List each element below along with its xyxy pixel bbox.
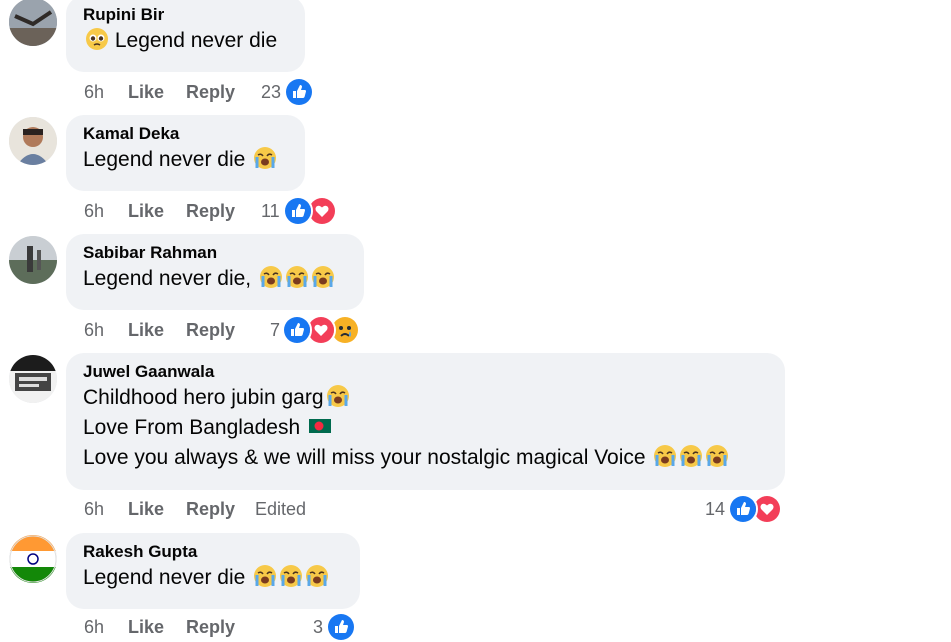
comment-line: Love From Bangladesh <box>83 416 301 439</box>
comment-text: Legend never die, <box>83 264 347 294</box>
reaction-count[interactable]: 11 <box>261 201 280 222</box>
like-icon <box>282 315 312 345</box>
crying-emoji-icon <box>253 564 277 588</box>
like-button[interactable]: Like <box>128 82 164 103</box>
comment-author[interactable]: Sabibar Rahman <box>83 241 347 264</box>
crying-emoji-icon <box>285 265 309 289</box>
comment-line: Legend never die <box>114 29 278 52</box>
comment-author[interactable]: Juwel Gaanwala <box>83 360 768 383</box>
comment-time[interactable]: 6h <box>84 499 104 520</box>
comment-line: Legend never die, <box>83 267 252 290</box>
avatar[interactable] <box>9 236 57 284</box>
comment-bubble: Sabibar Rahman Legend never die, <box>66 234 364 310</box>
comment-time[interactable]: 6h <box>84 201 104 222</box>
comment-text: Love From Bangladesh <box>83 413 768 443</box>
crying-emoji-icon <box>653 444 677 468</box>
avatar[interactable] <box>9 0 57 46</box>
crying-emoji-icon <box>326 384 350 408</box>
reaction-count[interactable]: 3 <box>313 617 323 638</box>
like-icon <box>284 77 314 107</box>
like-icon <box>326 612 356 642</box>
comment-text: Legend never die <box>83 26 288 56</box>
crying-emoji-icon <box>311 265 335 289</box>
comment-bubble: Rakesh Gupta Legend never die <box>66 533 360 609</box>
reply-button[interactable]: Reply <box>186 499 235 520</box>
comment-text: Childhood hero jubin garg <box>83 383 768 413</box>
like-button[interactable]: Like <box>128 617 164 638</box>
reaction-count[interactable]: 14 <box>705 499 725 520</box>
reaction-count[interactable]: 7 <box>270 320 280 341</box>
reaction-count[interactable]: 23 <box>261 82 281 103</box>
comment-line: Love you always & we will miss your nost… <box>83 446 646 469</box>
comment-line: Childhood hero jubin garg <box>83 386 324 409</box>
comment-line: Legend never die <box>83 566 246 589</box>
comment-text: Love you always & we will miss your nost… <box>83 443 768 473</box>
crying-emoji-icon <box>253 146 277 170</box>
edited-label[interactable]: Edited <box>255 499 306 520</box>
comment-text: Legend never die <box>83 145 288 175</box>
reply-button[interactable]: Reply <box>186 82 235 103</box>
avatar[interactable] <box>9 355 57 403</box>
like-icon <box>728 494 758 524</box>
comment-line: Legend never die <box>83 148 246 171</box>
comment-time[interactable]: 6h <box>84 617 104 638</box>
comment-time[interactable]: 6h <box>84 320 104 341</box>
like-button[interactable]: Like <box>128 201 164 222</box>
comment-bubble: Rupini Bir Legend never die <box>66 0 305 72</box>
crying-emoji-icon <box>705 444 729 468</box>
like-icon <box>283 196 313 226</box>
comment-bubble: Juwel Gaanwala Childhood hero jubin garg… <box>66 353 785 490</box>
crying-emoji-icon <box>279 564 303 588</box>
reply-button[interactable]: Reply <box>186 320 235 341</box>
reply-button[interactable]: Reply <box>186 617 235 638</box>
reply-button[interactable]: Reply <box>186 201 235 222</box>
comment-text: Legend never die <box>83 563 343 593</box>
like-button[interactable]: Like <box>128 499 164 520</box>
pleading-emoji-icon <box>85 27 109 51</box>
comment-author[interactable]: Kamal Deka <box>83 122 288 145</box>
avatar[interactable] <box>9 117 57 165</box>
crying-emoji-icon <box>259 265 283 289</box>
comment-bubble: Kamal Deka Legend never die <box>66 115 305 191</box>
crying-emoji-icon <box>305 564 329 588</box>
crying-emoji-icon <box>679 444 703 468</box>
comment-author[interactable]: Rakesh Gupta <box>83 540 343 563</box>
avatar[interactable] <box>9 535 57 583</box>
bangladesh-flag-icon <box>308 414 332 438</box>
comment-author[interactable]: Rupini Bir <box>83 3 288 26</box>
like-button[interactable]: Like <box>128 320 164 341</box>
comment-time[interactable]: 6h <box>84 82 104 103</box>
